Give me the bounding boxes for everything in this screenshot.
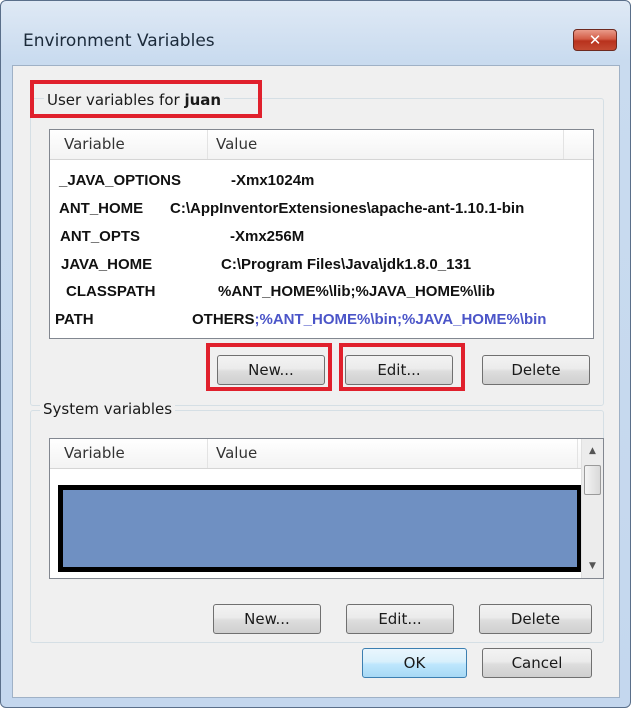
header-value[interactable]: Value [208, 130, 564, 159]
selected-rows[interactable] [58, 485, 582, 572]
new-button-highlight [206, 343, 332, 391]
system-delete-button[interactable]: Delete [479, 604, 592, 634]
edit-button-highlight [339, 343, 465, 391]
user-delete-button[interactable]: Delete [482, 355, 590, 385]
system-list-header: Variable Value [50, 439, 581, 469]
path-value-suffix: ;%ANT_HOME%\bin;%JAVA_HOME%\bin [254, 311, 547, 328]
ok-button[interactable]: OK [362, 648, 467, 678]
table-row[interactable]: ANT_OPTS -Xmx256M [50, 224, 593, 250]
vertical-scrollbar[interactable]: ▲ ▼ [581, 439, 603, 578]
environment-variables-window: Environment Variables ✕ User variables f… [0, 0, 631, 708]
system-variables-list[interactable]: Variable Value ▲ ▼ [49, 438, 604, 579]
table-row[interactable]: CLASSPATH %ANT_HOME%\lib;%JAVA_HOME%\lib [50, 279, 593, 305]
var-value: -Xmx256M [230, 228, 305, 245]
var-value: OTHERS;%ANT_HOME%\bin;%JAVA_HOME%\bin [192, 307, 546, 333]
path-value-prefix: OTHERS [192, 311, 255, 328]
var-name: ANT_HOME [59, 200, 144, 217]
window-title: Environment Variables [23, 31, 215, 51]
var-value: -Xmx1024m [231, 172, 315, 189]
close-icon: ✕ [588, 31, 602, 49]
table-row[interactable]: PATH OTHERS;%ANT_HOME%\bin;%JAVA_HOME%\b… [50, 307, 593, 333]
dialog-body: User variables for juan Variable Value _… [12, 65, 620, 698]
header-value[interactable]: Value [208, 439, 578, 468]
user-list-header: Variable Value [50, 130, 593, 160]
var-value: C:\AppInventorExtensiones\apache-ant-1.1… [170, 200, 525, 217]
scroll-thumb[interactable] [584, 465, 601, 495]
table-row[interactable]: JAVA_HOME C:\Program Files\Java\jdk1.8.0… [50, 252, 593, 278]
cancel-button[interactable]: Cancel [482, 648, 592, 678]
var-name: ANT_OPTS [60, 228, 141, 245]
var-value: C:\Program Files\Java\jdk1.8.0_131 [221, 256, 472, 273]
user-variables-highlight [30, 80, 262, 118]
system-new-button[interactable]: New... [213, 604, 321, 634]
var-name: CLASSPATH [66, 283, 156, 300]
system-edit-button[interactable]: Edit... [346, 604, 454, 634]
scroll-up-arrow-icon[interactable]: ▲ [582, 441, 603, 461]
table-row[interactable]: ANT_HOME C:\AppInventorExtensiones\apach… [50, 196, 593, 222]
var-name: _JAVA_OPTIONS [59, 172, 181, 189]
table-row[interactable]: _JAVA_OPTIONS -Xmx1024m [50, 168, 593, 194]
scroll-down-arrow-icon[interactable]: ▼ [582, 556, 603, 576]
header-variable[interactable]: Variable [50, 130, 208, 159]
var-name: JAVA_HOME [61, 256, 153, 273]
header-variable[interactable]: Variable [50, 439, 208, 468]
close-button[interactable]: ✕ [573, 29, 617, 51]
user-variables-list[interactable]: Variable Value _JAVA_OPTIONS -Xmx1024m A… [49, 129, 594, 339]
system-variables-label: System variables [40, 400, 176, 418]
var-value: %ANT_HOME%\lib;%JAVA_HOME%\lib [218, 283, 495, 300]
var-name: PATH [55, 311, 94, 328]
